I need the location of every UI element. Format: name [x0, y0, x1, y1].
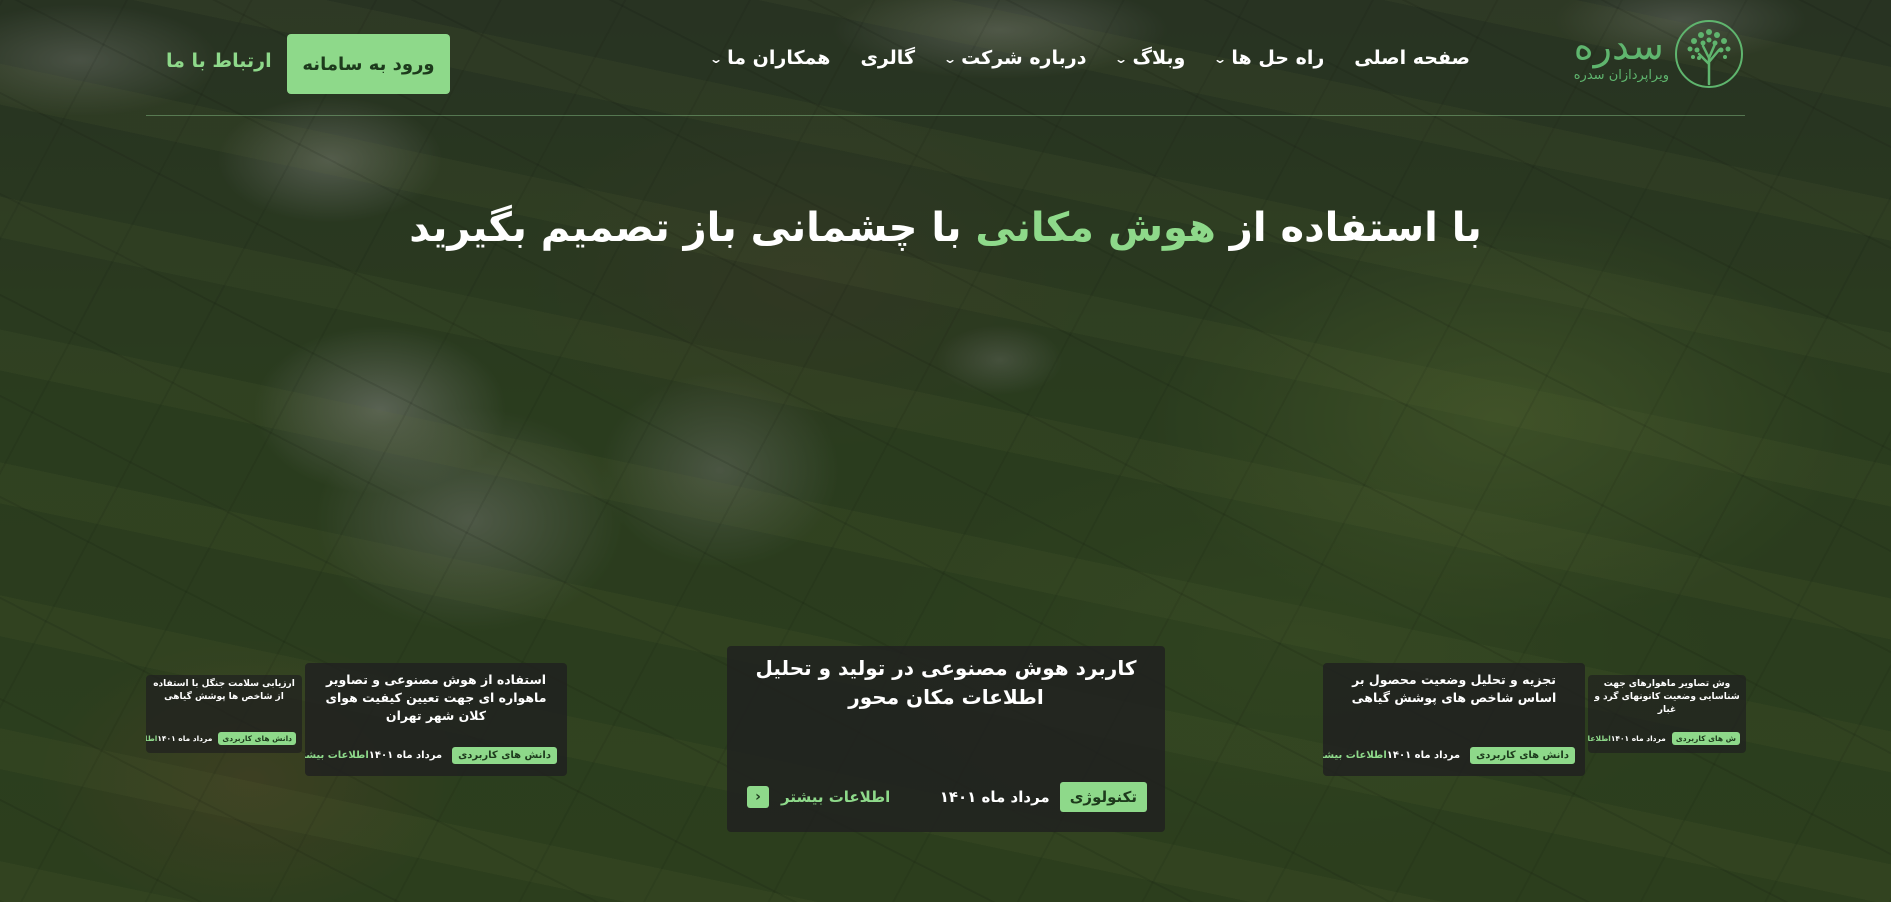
card-date: مرداد ماه ۱۴۰۱ — [939, 788, 1050, 806]
card-title: وش تصاویر ماهوارهای جهت شناسایی وضعیت کا… — [1594, 679, 1740, 716]
article-card-left[interactable]: استفاده از هوش مصنوعی و تصاویر ماهواره ا… — [305, 663, 567, 776]
card-title: تجزیه و تحلیل وضعیت محصول بر اساس شاخص ه… — [1351, 672, 1557, 706]
chevron-left-icon[interactable]: ‹ — [747, 786, 769, 808]
logo[interactable]: سدره ویراپردازان سدره — [1545, 18, 1745, 90]
category-tag[interactable]: دانش های کاربردی — [218, 732, 296, 745]
chevron-down-icon: ⌄ — [1213, 52, 1228, 66]
nav-item-label: گالری — [860, 47, 915, 69]
card-footer: دانش های کاربردی مرداد ماه ۱۴۰۱ اطلاعات … — [1323, 747, 1575, 764]
card-footer: دانش های کاربردی مرداد ماه ۱۴۰۱ اطلاعات … — [305, 747, 557, 764]
hero-title-accent: هوش مکانی — [975, 205, 1216, 251]
card-meta: تکنولوژی مرداد ماه ۱۴۰۱ — [940, 782, 1147, 812]
tree-icon — [1675, 20, 1743, 88]
nav-item-about[interactable]: درباره شرکت ⌄ — [942, 47, 1087, 69]
article-card-right[interactable]: تجزیه و تحلیل وضعیت محصول بر اساس شاخص ه… — [1323, 663, 1585, 776]
nav-item-gallery[interactable]: گالری — [860, 47, 915, 69]
read-more-link[interactable]: اطلاعات بیشتر ‹ — [1323, 749, 1387, 763]
main-nav: صفحه اصلی راه حل ها ⌄ وبلاگ ⌄ درباره شرک… — [709, 47, 1470, 69]
chevron-down-icon: ⌄ — [1114, 52, 1129, 66]
read-more-link[interactable]: اطلاعات بیشتر ‹ — [305, 749, 369, 763]
read-more-label: اطلاعات بیشتر — [305, 750, 369, 761]
chevron-down-icon: ⌄ — [709, 52, 724, 66]
nav-item-partners[interactable]: همکاران ما ⌄ — [709, 47, 831, 69]
card-footer: تکنولوژی مرداد ماه ۱۴۰۱ اطلاعات بیشتر ‹ — [747, 782, 1147, 812]
card-meta: دانش های کاربردی مرداد ماه ۱۴۰۱ — [1387, 747, 1575, 764]
nav-item-label: راه حل ها — [1231, 47, 1325, 69]
read-more-link[interactable]: اطلاعات بیشتر — [146, 734, 157, 743]
nav-item-blog[interactable]: وبلاگ ⌄ — [1114, 47, 1186, 69]
category-tag[interactable]: تکنولوژی — [1059, 782, 1147, 812]
hero-title-end: با چشمانی باز تصمیم بگیرید — [409, 205, 976, 251]
nav-item-label: درباره شرکت — [961, 47, 1087, 69]
nav-item-home[interactable]: صفحه اصلی — [1354, 47, 1470, 69]
card-date: مرداد ماه ۱۴۰۱ — [1610, 734, 1666, 743]
card-meta: دانش های کاربردی مرداد ماه ۱۴۰۱ — [369, 747, 557, 764]
category-tag[interactable]: دانش های کاربردی — [452, 747, 557, 764]
logo-text: سدره ویراپردازان سدره — [1574, 26, 1669, 83]
card-date: مرداد ماه ۱۴۰۱ — [368, 750, 443, 761]
nav-item-label: وبلاگ — [1132, 47, 1186, 69]
card-meta: دانش های کاربردی مرداد ماه ۱۴۰۱ — [157, 732, 296, 745]
login-button[interactable]: ورود به سامانه — [287, 34, 450, 94]
card-date: مرداد ماه ۱۴۰۱ — [157, 734, 213, 743]
read-more-link[interactable]: اطلاعات بیشتر ‹ — [1588, 734, 1611, 744]
logo-name: سدره — [1573, 23, 1664, 68]
logo-subtitle: ویراپردازان سدره — [1573, 67, 1669, 83]
read-more-label: اطلاعات بیشتر — [146, 734, 158, 743]
card-title: ارزیابی سلامت جنگل با استفاده از شاخص ها… — [153, 679, 295, 703]
card-title: استفاده از هوش مصنوعی و تصاویر ماهواره ا… — [325, 672, 547, 724]
chevron-down-icon: ⌄ — [942, 52, 958, 66]
nav-item-label: همکاران ما — [727, 47, 831, 69]
article-card-far-left[interactable]: ارزیابی سلامت جنگل با استفاده از شاخص ها… — [146, 675, 302, 753]
hero-title-start: با استفاده از — [1215, 205, 1482, 251]
site-header: سدره ویراپردازان سدره صفحه اصلی راه حل ه… — [146, 0, 1745, 116]
category-tag[interactable]: دانش های کاربردی — [1470, 747, 1575, 764]
contact-link[interactable]: ارتباط با ما — [166, 50, 272, 72]
read-more-label: اطلاعات بیشتر — [1323, 750, 1387, 761]
article-card-far-right[interactable]: وش تصاویر ماهوارهای جهت شناسایی وضعیت کا… — [1588, 675, 1746, 753]
category-tag[interactable]: ش های کاربردی — [1671, 732, 1740, 745]
read-more-label: اطلاعات بیشتر — [1588, 734, 1611, 743]
card-footer: ش های کاربردی مرداد ماه ۱۴۰۱ اطلاعات بیش… — [1588, 732, 1740, 745]
card-footer: دانش های کاربردی مرداد ماه ۱۴۰۱ اطلاعات … — [146, 732, 296, 745]
read-more-link[interactable]: اطلاعات بیشتر ‹ — [747, 786, 890, 808]
article-card-featured[interactable]: کاربرد هوش مصنوعی در تولید و تحلیل اطلاع… — [727, 646, 1165, 832]
card-title: کاربرد هوش مصنوعی در تولید و تحلیل اطلاع… — [755, 656, 1137, 709]
card-meta: ش های کاربردی مرداد ماه ۱۴۰۱ — [1611, 732, 1740, 745]
card-date: مرداد ماه ۱۴۰۱ — [1386, 750, 1461, 761]
nav-item-label: صفحه اصلی — [1354, 47, 1470, 69]
nav-item-solutions[interactable]: راه حل ها ⌄ — [1213, 47, 1325, 69]
hero-title: با استفاده از هوش مکانی با چشمانی باز تص… — [0, 205, 1891, 251]
read-more-label: اطلاعات بیشتر — [781, 788, 891, 806]
